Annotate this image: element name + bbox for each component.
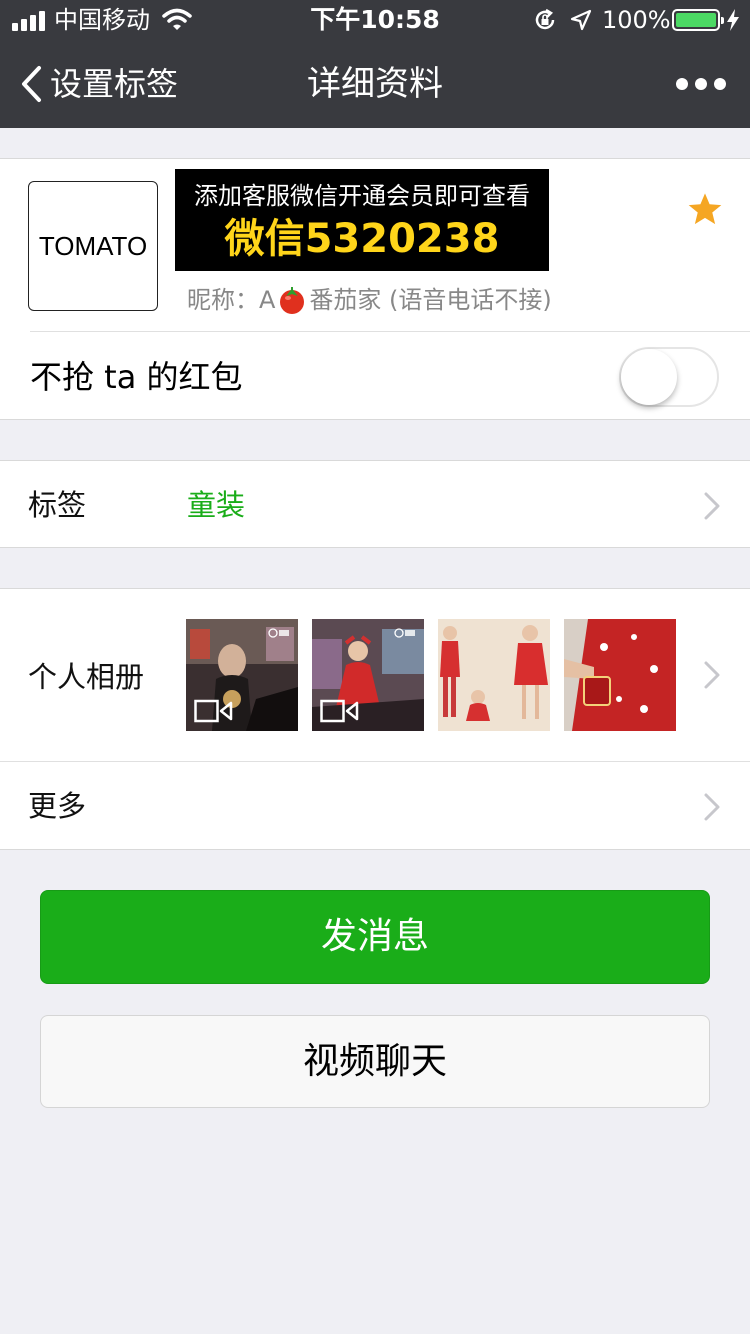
avatar-text: TOMATO (38, 230, 148, 261)
no-red-packet-label: 不抢 ta 的红包 (30, 358, 243, 396)
chevron-right-icon (704, 793, 720, 821)
album-thumbnail[interactable] (312, 619, 424, 731)
chevron-right-icon (704, 492, 720, 520)
nickname-label: 昵称： (187, 286, 259, 314)
nickname-prefix: A (259, 286, 276, 314)
rotation-lock-icon (535, 8, 555, 30)
page-title: 详细资料 (307, 64, 443, 104)
send-message-button[interactable]: 发消息 (40, 890, 710, 984)
status-bar: 中国移动 下午10:58 100% (0, 0, 750, 40)
promo-line-1: 添加客服微信开通会员即可查看 (194, 182, 530, 210)
more-row[interactable]: 更多 (0, 762, 750, 851)
more-options-icon[interactable] (676, 72, 726, 96)
tags-value: 童装 (187, 488, 246, 522)
video-camera-icon (194, 699, 233, 723)
chevron-right-icon (704, 661, 720, 689)
weibo-watermark-icon (268, 628, 289, 638)
promo-line-2: 微信5320238 (224, 216, 500, 262)
no-red-packet-toggle[interactable] (619, 347, 719, 407)
star-icon[interactable] (686, 191, 724, 229)
album-row[interactable]: 个人相册 (0, 589, 750, 761)
dress-photo (564, 619, 676, 731)
album-thumbnail[interactable] (438, 619, 550, 731)
tags-row[interactable]: 标签 童装 (0, 460, 750, 548)
nickname-suffix: 番茄家 (语音电话不接) (309, 286, 552, 314)
profile-card: TOMATO 添加客服微信开通会员即可查看 微信5320238 昵称： A 番茄… (0, 158, 750, 420)
weibo-watermark-icon (394, 628, 415, 638)
album-thumbnail[interactable] (186, 619, 298, 731)
divider (30, 331, 750, 332)
top-bar: 中国移动 下午10:58 100% 设置标签 详细资料 (0, 0, 750, 128)
location-arrow-icon (570, 9, 592, 31)
charging-icon (727, 9, 739, 31)
promo-banner: 添加客服微信开通会员即可查看 微信5320238 (175, 169, 549, 271)
avatar[interactable]: TOMATO (28, 181, 158, 311)
tomato-emoji-icon (280, 287, 305, 314)
battery-percent: 100% (602, 6, 671, 34)
more-label: 更多 (28, 789, 87, 823)
battery-icon (672, 9, 724, 31)
album-card: 个人相册 更多 (0, 588, 750, 850)
tags-label: 标签 (28, 488, 87, 522)
video-camera-icon (320, 699, 359, 723)
album-thumbnail[interactable] (564, 619, 676, 731)
video-chat-button[interactable]: 视频聊天 (40, 1015, 710, 1108)
nickname: 昵称： A 番茄家 (语音电话不接) (187, 285, 552, 315)
kids-photo (438, 619, 550, 731)
album-label: 个人相册 (28, 660, 145, 694)
